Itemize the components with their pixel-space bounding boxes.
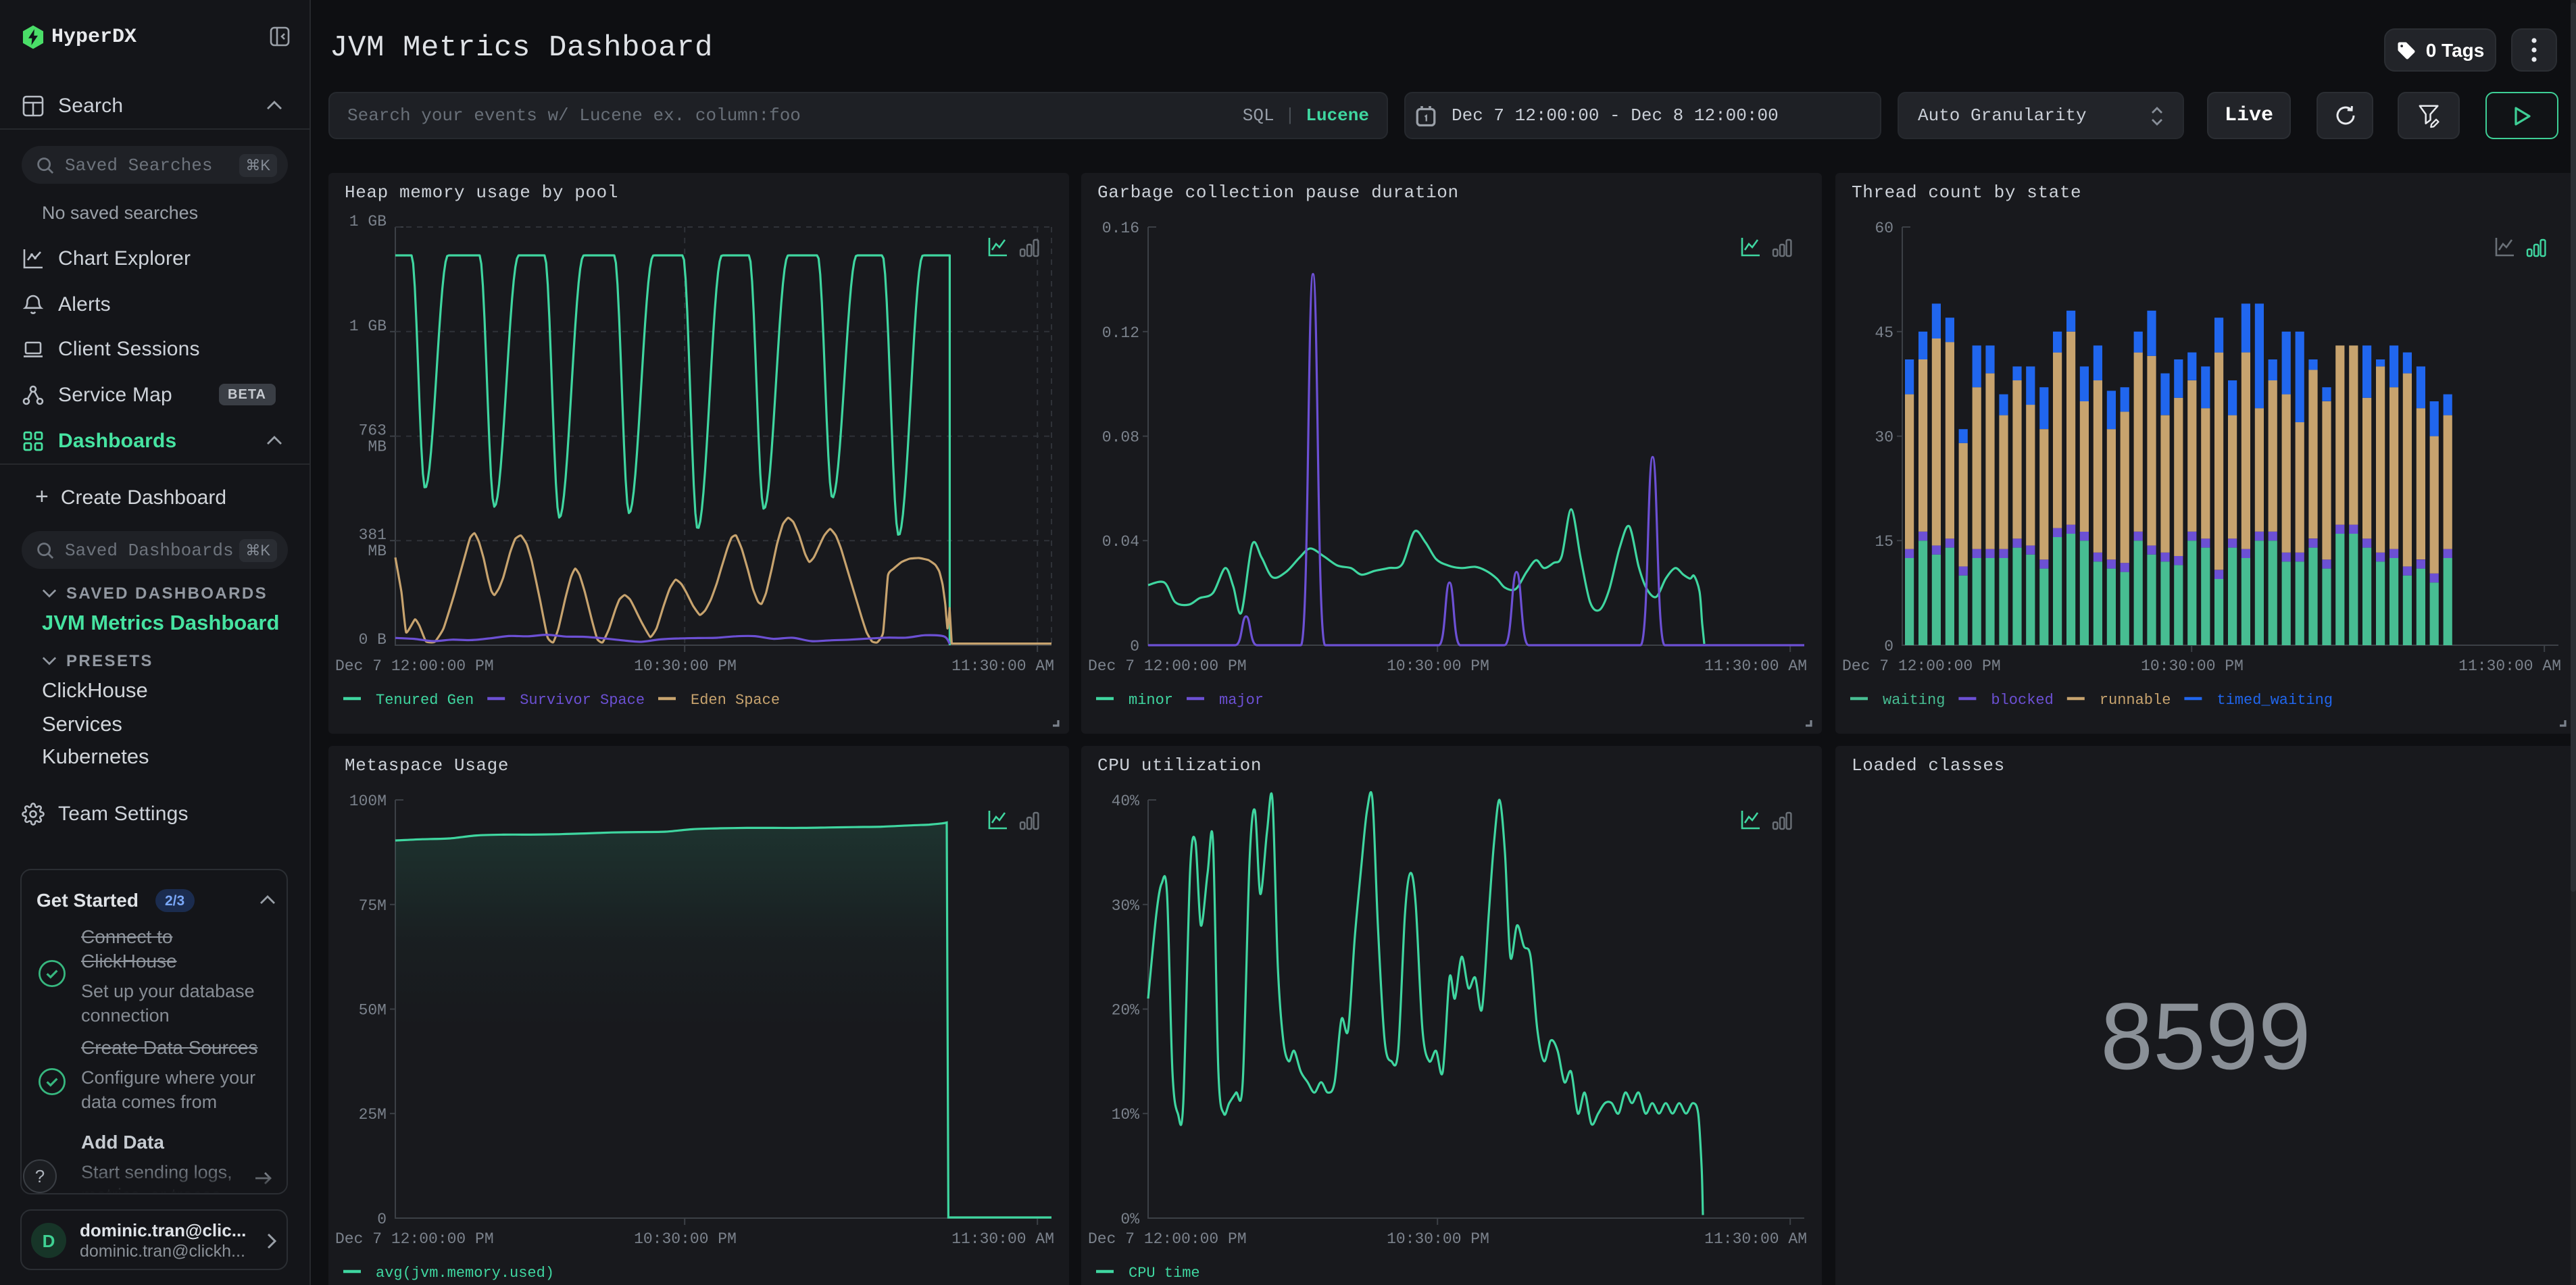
svg-text:381: 381 [359, 526, 387, 544]
svg-text:11:30:00 AM: 11:30:00 AM [951, 657, 1054, 675]
svg-text:25M: 25M [359, 1106, 387, 1124]
svg-text:10%: 10% [1112, 1106, 1140, 1124]
svg-text:0.04: 0.04 [1102, 533, 1139, 551]
svg-text:avg(jvm.memory.used): avg(jvm.memory.used) [376, 1265, 554, 1282]
svg-text:763: 763 [359, 422, 387, 440]
svg-text:1 GB: 1 GB [349, 213, 387, 230]
svg-text:0: 0 [1884, 638, 1893, 655]
svg-text:100M: 100M [349, 792, 387, 810]
svg-text:0: 0 [1130, 638, 1139, 655]
svg-text:45: 45 [1875, 324, 1893, 342]
svg-text:10:30:00 PM: 10:30:00 PM [634, 657, 737, 675]
svg-text:15: 15 [1875, 533, 1893, 551]
svg-text:50M: 50M [359, 1002, 387, 1019]
svg-text:11:30:00 AM: 11:30:00 AM [2458, 657, 2561, 675]
svg-text:0.08: 0.08 [1102, 429, 1139, 447]
svg-text:0.12: 0.12 [1102, 324, 1139, 342]
svg-text:waiting: waiting [1883, 692, 1945, 709]
svg-text:CPU time: CPU time [1129, 1265, 1200, 1282]
svg-text:11:30:00 AM: 11:30:00 AM [1704, 657, 1807, 675]
svg-text:minor: minor [1129, 692, 1173, 709]
svg-text:MB: MB [368, 543, 387, 560]
svg-text:timed_waiting: timed_waiting [2216, 692, 2333, 709]
svg-text:Dec 7 12:00:00 PM: Dec 7 12:00:00 PM [1842, 657, 2001, 675]
svg-text:major: major [1219, 692, 1264, 709]
svg-text:11:30:00 AM: 11:30:00 AM [1704, 1230, 1807, 1248]
svg-text:20%: 20% [1112, 1002, 1140, 1019]
svg-text:Eden Space: Eden Space [691, 692, 780, 709]
svg-text:10:30:00 PM: 10:30:00 PM [634, 1230, 737, 1248]
svg-text:30%: 30% [1112, 897, 1140, 915]
svg-text:11:30:00 AM: 11:30:00 AM [951, 1230, 1054, 1248]
svg-text:0 B: 0 B [359, 631, 387, 649]
svg-text:0: 0 [377, 1211, 387, 1228]
svg-text:blocked: blocked [1991, 692, 2053, 709]
svg-text:Dec 7 12:00:00 PM: Dec 7 12:00:00 PM [1088, 1230, 1247, 1248]
svg-text:Dec 7 12:00:00 PM: Dec 7 12:00:00 PM [335, 657, 494, 675]
svg-text:Dec 7 12:00:00 PM: Dec 7 12:00:00 PM [335, 1230, 494, 1248]
svg-text:MB: MB [368, 438, 387, 456]
svg-text:1 GB: 1 GB [349, 318, 387, 335]
svg-text:0.16: 0.16 [1102, 220, 1139, 237]
svg-text:60: 60 [1875, 220, 1893, 237]
svg-text:Dec 7 12:00:00 PM: Dec 7 12:00:00 PM [1088, 657, 1247, 675]
svg-text:40%: 40% [1112, 792, 1140, 810]
svg-text:10:30:00 PM: 10:30:00 PM [1387, 657, 1489, 675]
svg-text:Tenured Gen: Tenured Gen [376, 692, 474, 709]
svg-text:30: 30 [1875, 429, 1893, 447]
svg-text:10:30:00 PM: 10:30:00 PM [1387, 1230, 1489, 1248]
svg-text:75M: 75M [359, 897, 387, 915]
svg-text:runnable: runnable [2100, 692, 2171, 709]
svg-text:Survivor Space: Survivor Space [520, 692, 645, 709]
svg-text:10:30:00 PM: 10:30:00 PM [2141, 657, 2244, 675]
svg-text:0%: 0% [1120, 1211, 1139, 1228]
